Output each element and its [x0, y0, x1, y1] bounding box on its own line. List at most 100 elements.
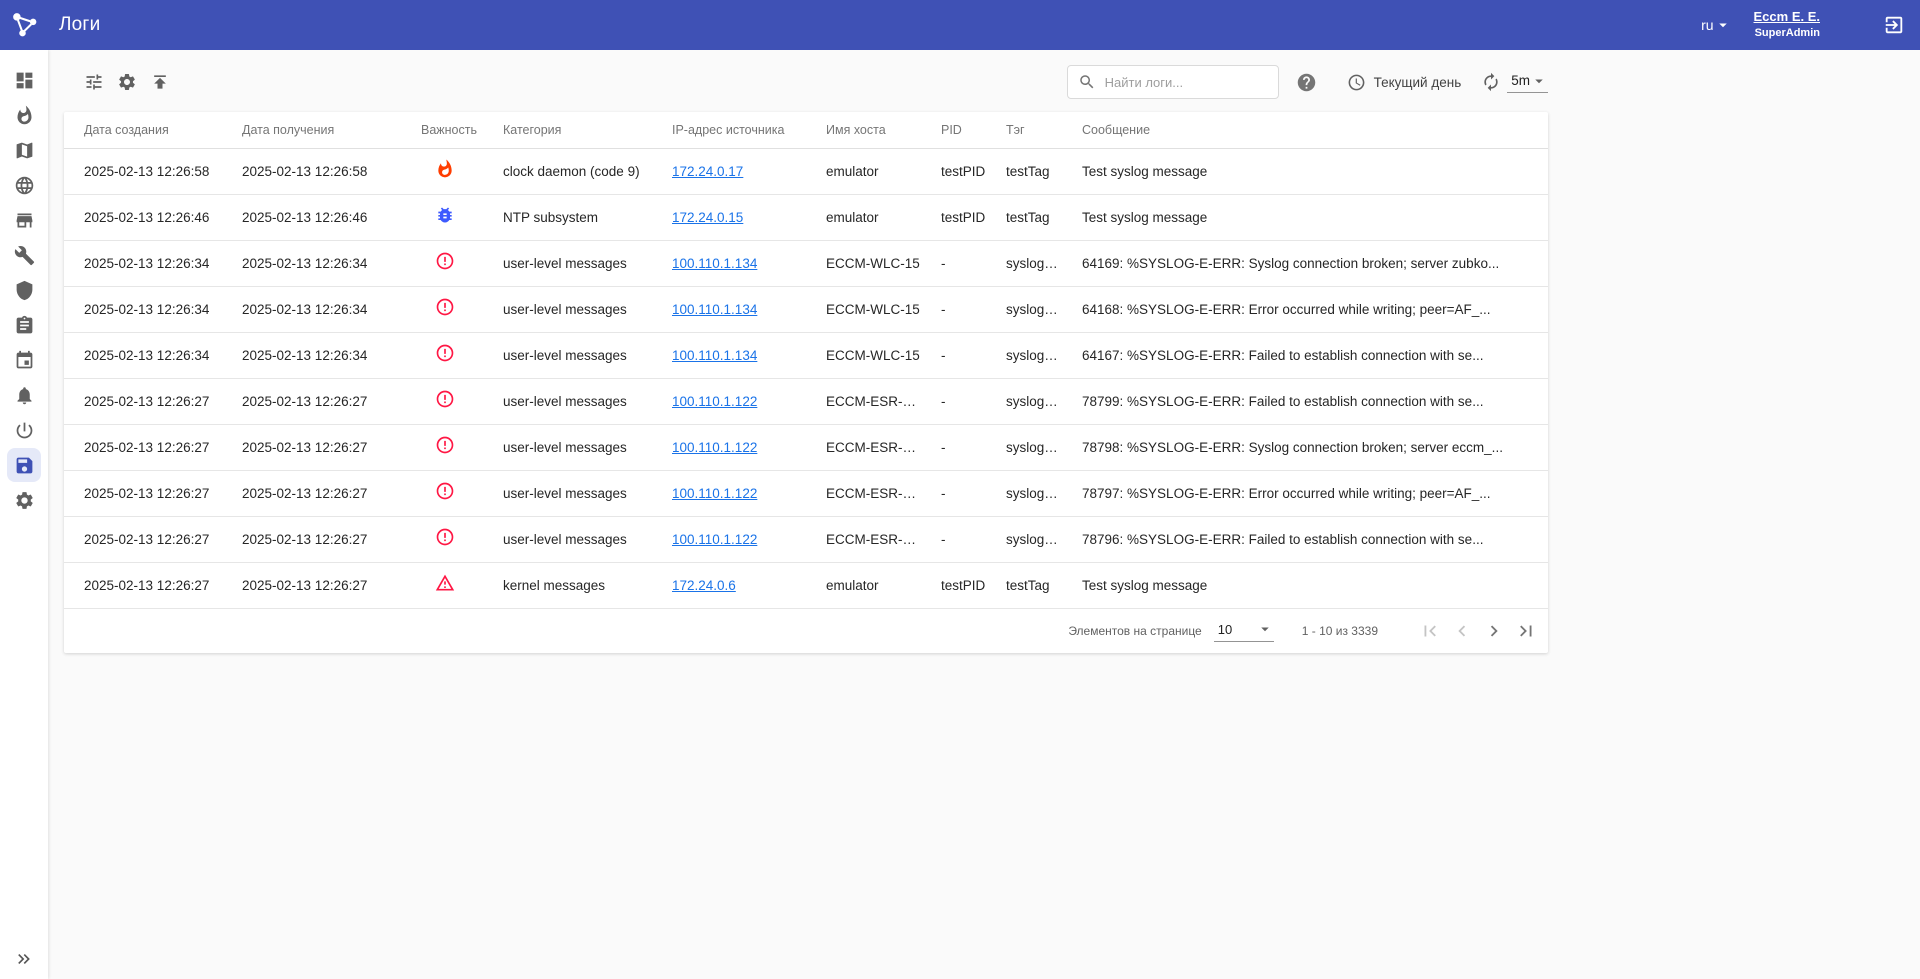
cell-severity — [411, 241, 493, 287]
cell-created: 2025-02-13 12:26:58 — [64, 149, 232, 195]
cell-source-ip: 100.110.1.134 — [662, 333, 816, 379]
cell-message: Test syslog message — [1072, 563, 1548, 609]
language-selector[interactable]: ru — [1701, 16, 1731, 34]
sidebar-item-shield[interactable] — [7, 273, 41, 307]
log-row[interactable]: 2025-02-13 12:26:272025-02-13 12:26:27us… — [64, 517, 1548, 563]
sidebar — [0, 50, 48, 979]
cell-received: 2025-02-13 12:26:34 — [232, 333, 411, 379]
cell-severity — [411, 379, 493, 425]
cell-host: ECCM-ESR-200 — [816, 379, 931, 425]
cell-message: 78797: %SYSLOG-E-ERR: Error occurred whi… — [1072, 471, 1548, 517]
cell-tag: testTag — [996, 563, 1072, 609]
column-header: Тэг — [996, 112, 1072, 149]
period-label: Текущий день — [1374, 75, 1462, 90]
chevron-down-icon — [1530, 72, 1548, 90]
log-row[interactable]: 2025-02-13 12:26:272025-02-13 12:26:27us… — [64, 425, 1548, 471]
log-row[interactable]: 2025-02-13 12:26:342025-02-13 12:26:34us… — [64, 241, 1548, 287]
period-selector[interactable]: Текущий день — [1347, 73, 1462, 92]
severity-debug-icon — [435, 205, 455, 225]
cell-tag: testTag — [996, 195, 1072, 241]
user-role: SuperAdmin — [1754, 26, 1820, 40]
sidebar-item-clipboard[interactable] — [7, 308, 41, 342]
source-ip-link[interactable]: 100.110.1.134 — [672, 256, 757, 271]
log-row[interactable]: 2025-02-13 12:26:342025-02-13 12:26:34us… — [64, 333, 1548, 379]
severity-error-icon — [435, 343, 455, 363]
source-ip-link[interactable]: 172.24.0.15 — [672, 210, 743, 225]
refresh-interval-select[interactable]: 5m — [1507, 72, 1548, 93]
last-page-button[interactable] — [1512, 617, 1540, 645]
column-header: Категория — [493, 112, 662, 149]
log-row[interactable]: 2025-02-13 12:26:272025-02-13 12:26:27ke… — [64, 563, 1548, 609]
filter-button[interactable] — [82, 70, 106, 94]
logout-button[interactable] — [1882, 13, 1906, 37]
source-ip-link[interactable]: 100.110.1.122 — [672, 394, 757, 409]
prev-page-button[interactable] — [1448, 617, 1476, 645]
cell-source-ip: 100.110.1.122 — [662, 379, 816, 425]
per-page-select[interactable]: 10 — [1214, 620, 1274, 642]
search-input[interactable] — [1103, 74, 1268, 91]
cell-tag: syslog-ng — [996, 333, 1072, 379]
log-row[interactable]: 2025-02-13 12:26:272025-02-13 12:26:27us… — [64, 471, 1548, 517]
log-row[interactable]: 2025-02-13 12:26:582025-02-13 12:26:58cl… — [64, 149, 1548, 195]
table-settings-button[interactable] — [115, 70, 139, 94]
refresh-button[interactable] — [1479, 70, 1503, 94]
sidebar-item-dashboard[interactable] — [7, 63, 41, 97]
log-row[interactable]: 2025-02-13 12:26:342025-02-13 12:26:34us… — [64, 287, 1548, 333]
severity-error-icon — [435, 297, 455, 317]
cell-pid: - — [931, 287, 996, 333]
severity-error-icon — [435, 389, 455, 409]
sidebar-item-calendar[interactable] — [7, 343, 41, 377]
cell-category: user-level messages — [493, 241, 662, 287]
cell-received: 2025-02-13 12:26:34 — [232, 287, 411, 333]
toolbar-left-group — [82, 70, 172, 94]
cell-host: ECCM-WLC-15 — [816, 241, 931, 287]
user-name-link[interactable]: Eccm E. E. — [1754, 9, 1820, 26]
cell-received: 2025-02-13 12:26:34 — [232, 241, 411, 287]
cell-host: ECCM-ESR-200 — [816, 471, 931, 517]
sidebar-item-map[interactable] — [7, 133, 41, 167]
log-row[interactable]: 2025-02-13 12:26:272025-02-13 12:26:27us… — [64, 379, 1548, 425]
cell-received: 2025-02-13 12:26:27 — [232, 379, 411, 425]
column-header: PID — [931, 112, 996, 149]
source-ip-link[interactable]: 172.24.0.17 — [672, 164, 743, 179]
column-header: Сообщение — [1072, 112, 1548, 149]
cell-host: emulator — [816, 195, 931, 241]
source-ip-link[interactable]: 100.110.1.122 — [672, 440, 757, 455]
sidebar-item-wrench[interactable] — [7, 238, 41, 272]
sidebar-item-bell[interactable] — [7, 378, 41, 412]
cell-created: 2025-02-13 12:26:46 — [64, 195, 232, 241]
source-ip-link[interactable]: 100.110.1.122 — [672, 532, 757, 547]
sidebar-expand-button[interactable] — [0, 949, 48, 969]
source-ip-link[interactable]: 172.24.0.6 — [672, 578, 736, 593]
cell-source-ip: 172.24.0.6 — [662, 563, 816, 609]
sidebar-item-flame[interactable] — [7, 98, 41, 132]
sidebar-item-gear[interactable] — [7, 483, 41, 517]
source-ip-link[interactable]: 100.110.1.134 — [672, 348, 757, 363]
log-table: Дата созданияДата полученияВажностьКатег… — [64, 112, 1548, 609]
cell-tag: syslog-ng — [996, 517, 1072, 563]
next-page-button[interactable] — [1480, 617, 1508, 645]
export-button[interactable] — [148, 70, 172, 94]
cell-source-ip: 100.110.1.122 — [662, 517, 816, 563]
help-button[interactable] — [1295, 70, 1319, 94]
sidebar-item-globe[interactable] — [7, 168, 41, 202]
search-box[interactable] — [1067, 65, 1279, 99]
cell-source-ip: 100.110.1.134 — [662, 241, 816, 287]
log-row[interactable]: 2025-02-13 12:26:462025-02-13 12:26:46NT… — [64, 195, 1548, 241]
sidebar-item-save-active[interactable] — [7, 448, 41, 482]
cell-tag: syslog-ng — [996, 287, 1072, 333]
column-header: Важность — [411, 112, 493, 149]
sidebar-item-power[interactable] — [7, 413, 41, 447]
cell-pid: - — [931, 379, 996, 425]
toolbar-right-group: Текущий день 5m — [1067, 65, 1548, 99]
chevron-down-icon — [1714, 16, 1732, 34]
sidebar-item-storefront[interactable] — [7, 203, 41, 237]
user-menu[interactable]: Eccm E. E. SuperAdmin — [1754, 9, 1820, 40]
cell-host: ECCM-ESR-200 — [816, 425, 931, 471]
cell-category: NTP subsystem — [493, 195, 662, 241]
first-page-button[interactable] — [1416, 617, 1444, 645]
source-ip-link[interactable]: 100.110.1.134 — [672, 302, 757, 317]
source-ip-link[interactable]: 100.110.1.122 — [672, 486, 757, 501]
cell-category: user-level messages — [493, 333, 662, 379]
cell-severity — [411, 195, 493, 241]
